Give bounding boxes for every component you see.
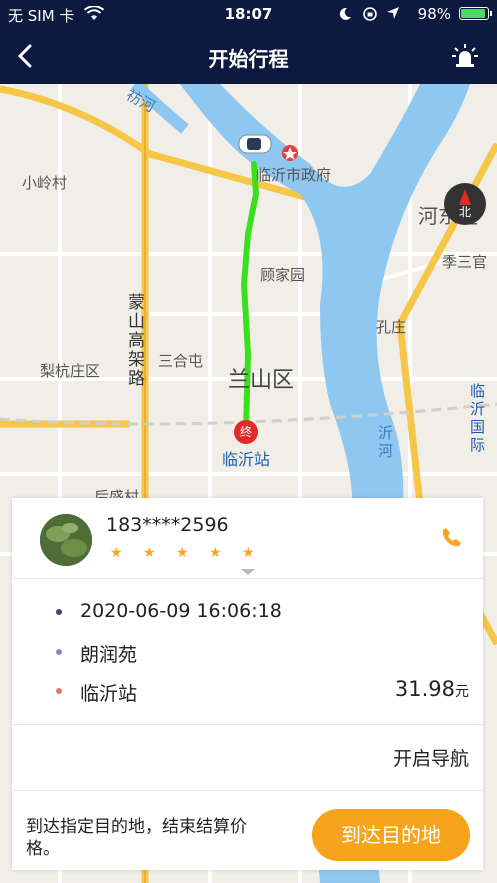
page-title: 开始行程 bbox=[208, 47, 289, 71]
map-label-kongzhuang: 孔庄 bbox=[376, 318, 407, 336]
map-label-linyi-station: 临沂站 bbox=[222, 450, 271, 469]
arrive-hint: 到达指定目的地，结束结算价格。 bbox=[26, 817, 247, 859]
nav-bar: 开始行程 bbox=[0, 28, 497, 84]
trip-time: 2020-06-09 16:06:18 bbox=[80, 600, 282, 622]
battery-percent: 98% bbox=[417, 5, 451, 23]
start-navigation-button[interactable]: 开启导航 bbox=[393, 744, 469, 771]
chevron-down-icon[interactable] bbox=[241, 569, 255, 575]
star-icon: ★ bbox=[110, 545, 123, 561]
end-marker: 终 bbox=[234, 420, 258, 444]
trip-card: 183****2596 ★ ★ ★ ★ ★ 2020-06-09 16:06:18 朗润… bbox=[12, 498, 483, 870]
rotation-lock-icon bbox=[363, 7, 377, 21]
map-label-gov: 临沂市政府 bbox=[256, 166, 332, 184]
trip-destination: 临沂站 bbox=[80, 683, 138, 705]
car-icon bbox=[238, 134, 272, 154]
compass-icon[interactable]: 北 bbox=[444, 183, 486, 225]
origin-dot-icon bbox=[56, 649, 62, 655]
divider bbox=[12, 790, 483, 791]
map-label-mengshan: 蒙山高架路 bbox=[128, 293, 145, 389]
battery-icon bbox=[459, 7, 492, 20]
destination-dot-icon bbox=[56, 688, 62, 694]
moon-icon bbox=[339, 7, 351, 20]
trip-price: 31.98元 bbox=[394, 677, 469, 701]
map-label-linyi-intl: 临沂国际 bbox=[470, 382, 486, 454]
arrive-destination-button[interactable]: 到达目的地 bbox=[312, 809, 470, 861]
map-label-yihe: 沂河 bbox=[378, 424, 394, 460]
map-label-jisan: 季三官 bbox=[442, 253, 488, 271]
driver-phone: 183****2596 bbox=[106, 514, 229, 536]
map-label-gujiayuan: 顾家园 bbox=[260, 266, 306, 284]
divider bbox=[12, 578, 483, 579]
time-dot-icon bbox=[56, 609, 62, 615]
star-icon: ★ bbox=[209, 545, 222, 561]
alarm-light-icon[interactable] bbox=[451, 42, 479, 70]
svg-text:北: 北 bbox=[459, 205, 471, 219]
divider bbox=[12, 724, 483, 725]
driver-rating: ★ ★ ★ ★ ★ bbox=[110, 542, 275, 561]
trip-origin: 朗润苑 bbox=[80, 644, 138, 666]
phone-call-icon[interactable] bbox=[441, 526, 463, 548]
star-icon: ★ bbox=[143, 545, 156, 561]
map-label-xiaolingcun: 小岭村 bbox=[22, 174, 68, 192]
driver-avatar bbox=[40, 514, 92, 566]
star-icon: ★ bbox=[242, 545, 255, 561]
location-arrow-icon bbox=[387, 7, 399, 19]
star-icon: ★ bbox=[176, 545, 189, 561]
map-label-sanhetun: 三合屯 bbox=[158, 352, 204, 370]
map-label-lihang: 梨杭庄区 bbox=[40, 362, 101, 380]
status-bar: 无 SIM 卡 18:07 98% bbox=[0, 0, 497, 28]
map-label-lanshan: 兰山区 bbox=[228, 368, 295, 393]
